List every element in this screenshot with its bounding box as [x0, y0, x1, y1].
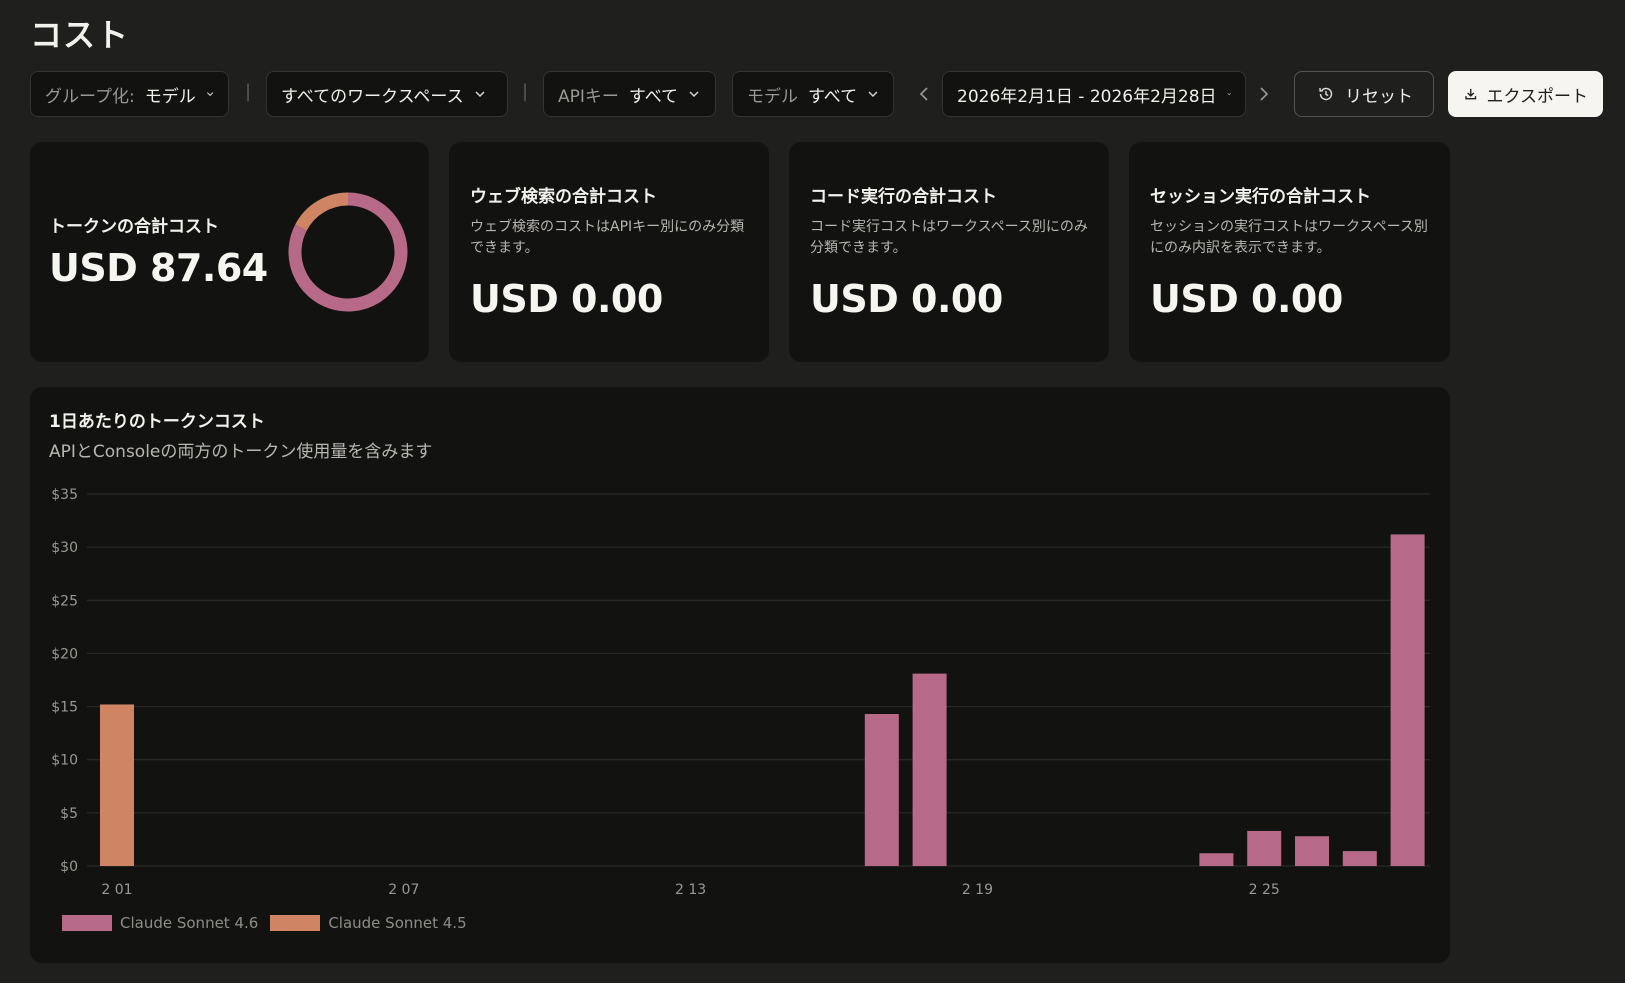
legend-item-sonnet-4-6[interactable]: Claude Sonnet 4.6 [62, 914, 258, 932]
group-by-value: モデル [144, 86, 196, 107]
token-cost-value: USD 87.64 [49, 246, 268, 290]
apikey-label: APIキー [558, 86, 619, 107]
date-range-value: 2026年2月1日 - 2026年2月28日 [957, 86, 1217, 107]
legend-swatch [62, 915, 112, 931]
code-exec-cost-card: コード実行の合計コスト コード実行コストはワークスペース別にのみ分類できます。 … [789, 142, 1109, 362]
chart-subtitle: APIとConsoleの両方のトークン使用量を含みます [49, 442, 433, 462]
chevron-down-icon [475, 91, 485, 98]
chart-title: 1日あたりのトークンコスト [49, 412, 265, 432]
y-tick-label: $20 [51, 646, 78, 662]
chart-legend: Claude Sonnet 4.6 Claude Sonnet 4.5 [62, 914, 479, 932]
export-button[interactable]: エクスポート [1448, 71, 1603, 117]
prev-period-button[interactable] [914, 83, 934, 105]
page-title: コスト [30, 16, 130, 54]
bar-sonnet-4-5-day-1[interactable] [100, 704, 134, 866]
bar-sonnet-4-6-day-27[interactable] [1342, 851, 1377, 866]
legend-item-sonnet-4-5[interactable]: Claude Sonnet 4.5 [270, 914, 467, 932]
y-tick-label: $10 [51, 753, 78, 769]
bar-sonnet-4-6-day-25[interactable] [1247, 830, 1282, 866]
chevron-down-icon [689, 91, 699, 98]
bar-sonnet-4-6-day-24[interactable] [1199, 853, 1234, 866]
chevron-left-icon [919, 87, 928, 101]
token-cost-donut [288, 192, 408, 312]
date-range-picker[interactable]: 2026年2月1日 - 2026年2月28日 [942, 71, 1246, 117]
x-tick-label: 2 19 [962, 882, 993, 898]
x-tick-label: 2 13 [675, 882, 706, 898]
y-tick-label: $35 [51, 487, 78, 503]
code-exec-cost-title: コード実行の合計コスト [810, 187, 997, 207]
token-cost-card: トークンの合計コスト USD 87.64 [30, 142, 429, 362]
model-label: モデル [747, 86, 798, 107]
x-tick-label: 2 25 [1249, 882, 1280, 898]
group-by-dropdown[interactable]: グループ化: モデル [30, 71, 229, 117]
daily-token-cost-chart: $0 $5 $10 $15 $20 $25 $30 $35 2 01 2 07 2 13 2 19 2 … [51, 487, 1430, 898]
y-tick-label: $0 [60, 859, 78, 875]
code-exec-cost-desc: コード実行コストはワークスペース別にのみ分類できます。 [810, 219, 1088, 256]
bar-sonnet-4-6-day-17[interactable] [864, 714, 899, 866]
chevron-right-icon [1260, 87, 1269, 101]
model-value: すべて [808, 86, 858, 107]
web-search-cost-card: ウェブ検索の合計コスト ウェブ検索のコストはAPIキー別にのみ分類できます。 U… [449, 142, 769, 362]
toolbar-separator: | [245, 81, 252, 102]
daily-token-cost-panel: $0 $5 $10 $15 $20 $25 $30 $35 2 01 2 07 2 13 2 19 2 … [30, 387, 1450, 963]
filter-toolbar: グループ化: モデル | すべてのワークスペース | APIキー すべて モデル… [30, 71, 1605, 117]
y-tick-label: $25 [51, 593, 78, 609]
y-tick-label: $15 [51, 700, 78, 716]
next-period-button[interactable] [1254, 83, 1274, 105]
x-tick-label: 2 07 [388, 882, 419, 898]
session-exec-cost-title: セッション実行の合計コスト [1150, 187, 1371, 207]
download-icon [1465, 88, 1477, 100]
bar-sonnet-4-6-day-26[interactable] [1295, 836, 1329, 866]
chevron-down-icon [1227, 93, 1231, 96]
workspace-value: すべてのワークスペース [281, 86, 464, 107]
y-tick-label: $5 [60, 806, 78, 822]
toolbar-separator: | [522, 81, 529, 102]
web-search-cost-title: ウェブ検索の合計コスト [470, 187, 657, 207]
group-by-label: グループ化: [45, 86, 135, 107]
apikey-dropdown[interactable]: APIキー すべて [543, 71, 716, 117]
session-exec-cost-card: セッション実行の合計コスト セッションの実行コストはワークスペース別にのみ内訳を… [1129, 142, 1450, 362]
legend-label: Claude Sonnet 4.5 [328, 914, 467, 932]
session-exec-cost-desc: セッションの実行コストはワークスペース別にのみ内訳を表示できます。 [1150, 219, 1428, 256]
bar-sonnet-4-6-day-18[interactable] [912, 673, 947, 866]
web-search-cost-value: USD 0.00 [470, 277, 663, 321]
x-tick-label: 2 01 [101, 882, 132, 898]
model-dropdown[interactable]: モデル すべて [732, 71, 894, 117]
web-search-cost-desc: ウェブ検索のコストはAPIキー別にのみ分類できます。 [470, 219, 745, 256]
chevron-down-icon [206, 92, 213, 97]
y-tick-label: $30 [51, 540, 78, 556]
chevron-down-icon [868, 91, 878, 98]
history-icon [1319, 87, 1333, 101]
reset-label: リセット [1345, 86, 1413, 107]
session-exec-cost-value: USD 0.00 [1150, 277, 1343, 321]
workspace-dropdown[interactable]: すべてのワークスペース [266, 71, 508, 117]
legend-swatch [270, 915, 321, 931]
code-exec-cost-value: USD 0.00 [810, 277, 1003, 321]
export-label: エクスポート [1486, 86, 1589, 107]
bar-sonnet-4-6-day-28[interactable] [1390, 534, 1425, 866]
legend-label: Claude Sonnet 4.6 [120, 914, 259, 932]
reset-button[interactable]: リセット [1294, 71, 1434, 117]
token-cost-title: トークンの合計コスト [49, 217, 219, 237]
apikey-value: すべて [628, 86, 679, 107]
donut-slice-sonnet-4-5[interactable] [295, 192, 349, 231]
